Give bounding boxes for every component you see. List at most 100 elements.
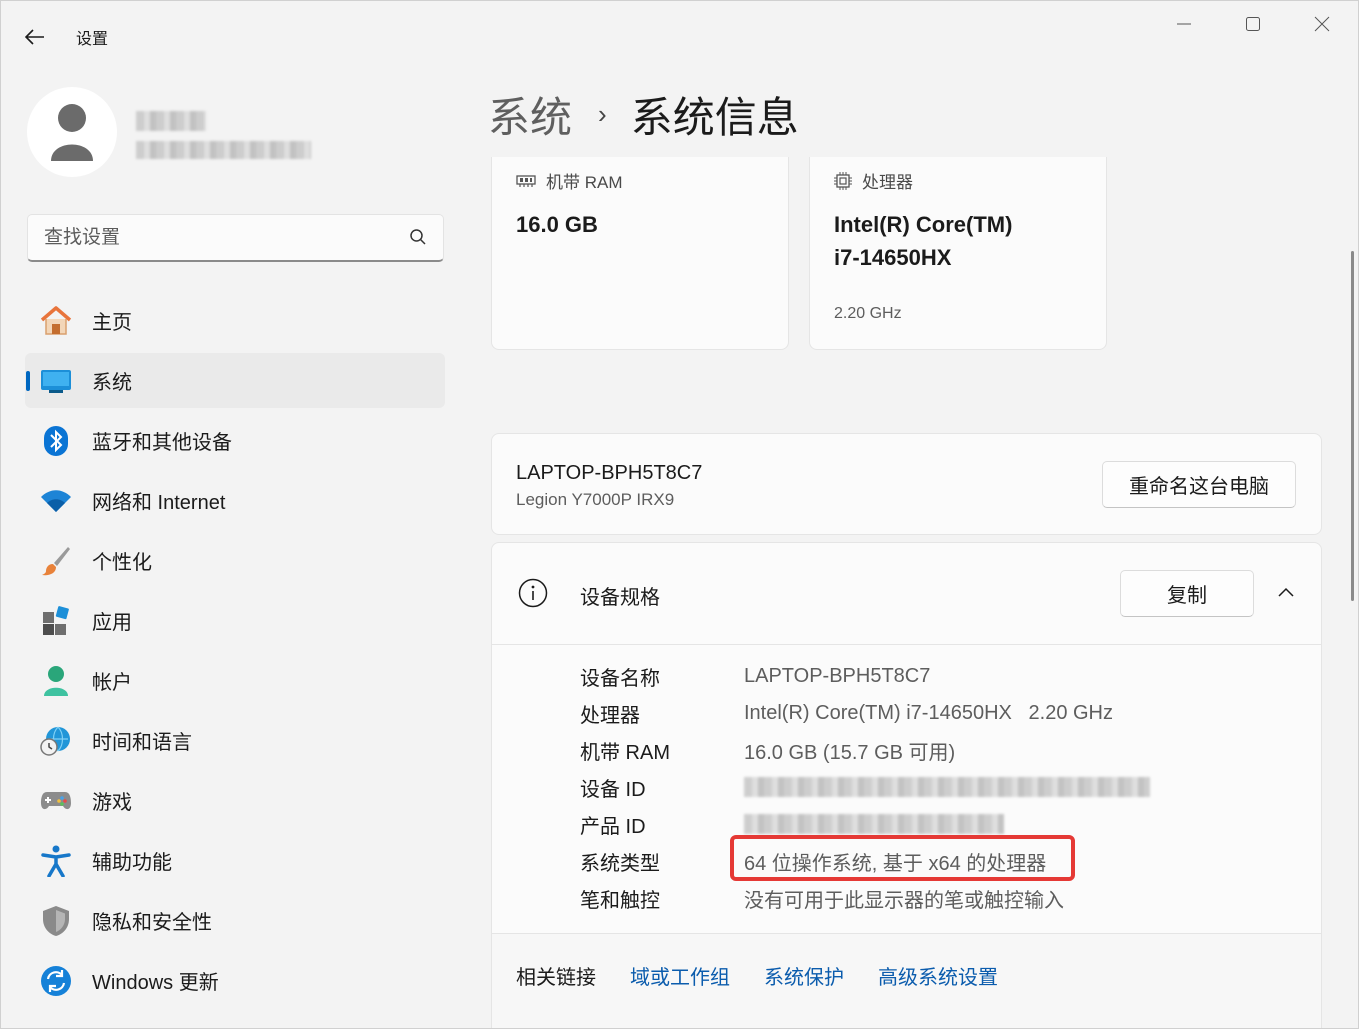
sidebar-item-system[interactable]: 系统 <box>25 353 445 408</box>
spec-row-processor: 处理器 Intel(R) Core(TM) i7-14650HX 2.20 GH… <box>580 698 1113 728</box>
sidebar-item-privacy[interactable]: 隐私和安全性 <box>25 893 445 948</box>
spec-key: 设备 ID <box>580 778 646 801</box>
back-button[interactable] <box>15 21 55 53</box>
home-icon <box>39 304 73 338</box>
sidebar-item-label: 辅助功能 <box>92 852 172 874</box>
spec-row-device-name: 设备名称 LAPTOP-BPH5T8C7 <box>580 661 930 691</box>
sidebar-item-label: 主页 <box>92 312 132 334</box>
spec-key: 产品 ID <box>580 815 646 838</box>
close-button[interactable] <box>1299 9 1345 39</box>
device-name-card: LAPTOP-BPH5T8C7 Legion Y7000P IRX9 重命名这台… <box>491 433 1322 535</box>
sidebar-item-gaming[interactable]: 游戏 <box>25 773 445 828</box>
account-email-redacted <box>136 141 311 159</box>
sidebar-item-label: 蓝牙和其他设备 <box>92 432 232 454</box>
sidebar-item-bluetooth[interactable]: 蓝牙和其他设备 <box>25 413 445 468</box>
ram-value: 16.0 GB <box>516 212 598 237</box>
sidebar-item-personalization[interactable]: 个性化 <box>25 533 445 588</box>
main-content: 机带 RAM 16.0 GB 处理器 Intel(R) Core(TM) i7-… <box>471 157 1341 1028</box>
related-links-label: 相关链接 <box>516 967 596 989</box>
minimize-icon <box>1177 23 1191 25</box>
cpu-card-label: 处理器 <box>834 168 913 193</box>
account-icon <box>39 664 73 698</box>
globe-clock-icon <box>39 724 73 758</box>
accessibility-icon <box>39 844 73 878</box>
maximize-button[interactable] <box>1230 9 1276 39</box>
link-domain-workgroup[interactable]: 域或工作组 <box>630 961 730 990</box>
sidebar-item-network[interactable]: 网络和 Internet <box>25 473 445 528</box>
copy-button[interactable]: 复制 <box>1120 570 1254 617</box>
user-icon <box>51 104 93 161</box>
bluetooth-icon <box>39 424 73 458</box>
spec-row-device-id: 设备 ID <box>580 772 1150 802</box>
sidebar-nav: 主页 系统 蓝牙和其他设备 网络和 Internet 个性化 应用 帐户 时间和… <box>25 293 445 1013</box>
link-system-protection[interactable]: 系统保护 <box>764 961 844 990</box>
link-advanced-system-settings[interactable]: 高级系统设置 <box>878 961 998 990</box>
sidebar-item-label: 网络和 Internet <box>92 492 226 514</box>
spec-value: LAPTOP-BPH5T8C7 <box>744 664 931 687</box>
spec-key: 处理器 <box>580 704 640 727</box>
chevron-up-icon[interactable] <box>1278 586 1294 598</box>
cpu-card: 处理器 Intel(R) Core(TM) i7-14650HX 2.20 GH… <box>809 157 1107 350</box>
avatar[interactable] <box>27 87 117 177</box>
product-id-redacted <box>744 814 1004 834</box>
specs-title: 设备规格 <box>580 587 660 609</box>
minimize-button[interactable] <box>1161 9 1207 39</box>
device-id-redacted <box>744 777 1150 797</box>
cpu-speed: 2.20 GHz <box>834 305 902 322</box>
shield-icon <box>39 904 73 938</box>
memory-icon <box>516 174 536 188</box>
account-name-redacted <box>136 111 206 131</box>
sidebar-item-windows-update[interactable]: Windows 更新 <box>25 953 445 1008</box>
spec-value: 16.0 GB (15.7 GB 可用) <box>744 741 956 764</box>
search-box[interactable] <box>27 214 444 262</box>
wifi-icon <box>39 484 73 518</box>
sidebar-item-apps[interactable]: 应用 <box>25 593 445 648</box>
update-icon <box>39 964 73 998</box>
rename-pc-button[interactable]: 重命名这台电脑 <box>1102 461 1296 508</box>
brush-icon <box>39 544 73 578</box>
sidebar-item-label: Windows 更新 <box>92 972 219 994</box>
system-icon <box>39 364 73 398</box>
search-icon[interactable] <box>409 228 427 246</box>
cpu-name-line2: i7-14650HX <box>834 245 952 270</box>
sidebar-item-label: 游戏 <box>92 792 132 814</box>
sidebar-item-label: 应用 <box>92 612 132 634</box>
spec-key: 笔和触控 <box>580 889 660 912</box>
sidebar-item-home[interactable]: 主页 <box>25 293 445 348</box>
spec-key: 系统类型 <box>580 852 660 875</box>
sidebar-item-label: 帐户 <box>92 672 132 694</box>
ram-label-text: 机带 RAM <box>546 173 623 192</box>
info-icon <box>518 578 548 608</box>
ram-card: 机带 RAM 16.0 GB <box>491 157 789 350</box>
close-icon <box>1314 16 1330 32</box>
highlight-box <box>730 835 1075 881</box>
sidebar-item-accounts[interactable]: 帐户 <box>25 653 445 708</box>
page-title: 系统信息 <box>630 94 799 141</box>
related-links: 相关链接 域或工作组 系统保护 高级系统设置 <box>492 933 1321 1028</box>
back-arrow-icon <box>25 29 44 45</box>
device-name: LAPTOP-BPH5T8C7 <box>516 462 703 484</box>
breadcrumb-separator: › <box>598 99 607 129</box>
apps-icon <box>39 604 73 638</box>
sidebar-item-label: 隐私和安全性 <box>92 912 212 934</box>
settings-window: 设置 主页 系统 <box>0 0 1359 1029</box>
sidebar-item-time-language[interactable]: 时间和语言 <box>25 713 445 768</box>
scrollbar[interactable] <box>1351 251 1354 601</box>
spec-row-ram: 机带 RAM 16.0 GB (15.7 GB 可用) <box>580 735 955 765</box>
sidebar-item-label: 系统 <box>92 372 132 394</box>
breadcrumb-parent[interactable]: 系统 <box>488 84 572 145</box>
sidebar-item-accessibility[interactable]: 辅助功能 <box>25 833 445 888</box>
breadcrumb: 系统 › 系统信息 <box>488 84 799 145</box>
search-input[interactable] <box>44 226 384 249</box>
cpu-name-line1: Intel(R) Core(TM) <box>834 212 1013 237</box>
title-bar: 设置 <box>1 1 1358 71</box>
processor-icon <box>834 171 852 190</box>
app-title: 设置 <box>76 31 109 48</box>
spec-key: 机带 RAM <box>580 741 670 764</box>
ram-card-label: 机带 RAM <box>516 168 623 193</box>
specs-header[interactable]: 设备规格 复制 <box>492 543 1321 645</box>
sidebar-item-label: 时间和语言 <box>92 732 192 754</box>
sidebar-item-label: 个性化 <box>92 552 152 574</box>
spec-value: 没有可用于此显示器的笔或触控输入 <box>744 889 1064 912</box>
gamepad-icon <box>39 784 73 818</box>
